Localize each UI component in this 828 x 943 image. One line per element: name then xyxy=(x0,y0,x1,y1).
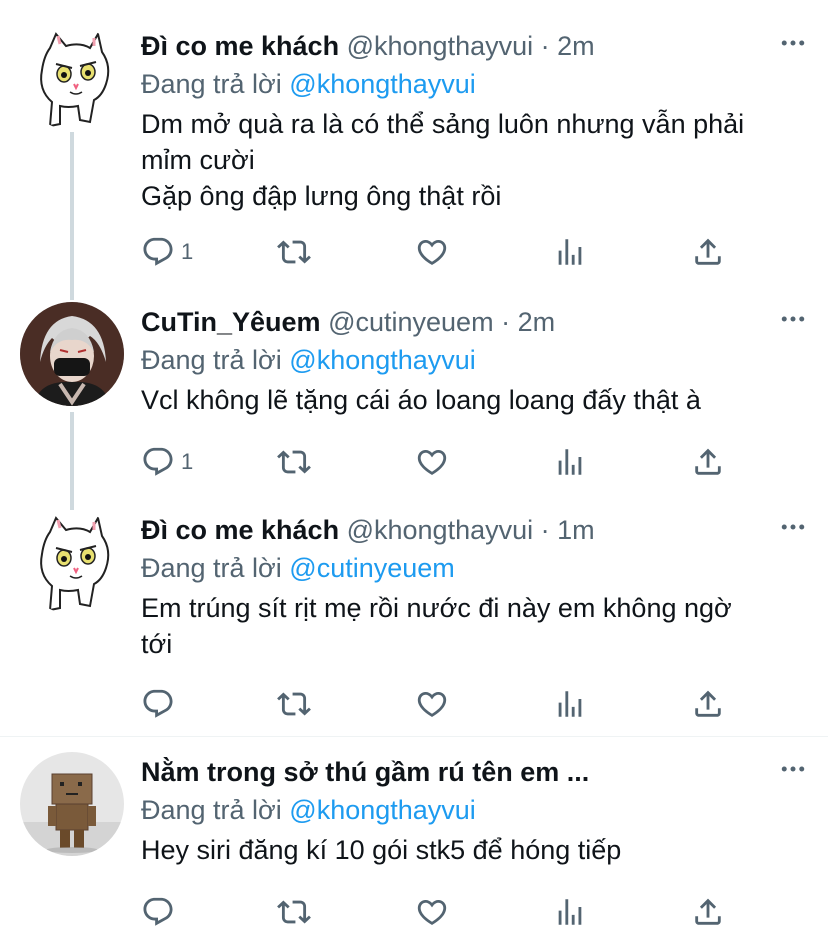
heart-icon xyxy=(415,687,449,721)
tweet-header: Đì co me khách @khongthayvui · 2m xyxy=(141,26,808,66)
stats-button[interactable] xyxy=(553,684,587,724)
replying-to-link[interactable]: @cutinyeuem xyxy=(289,553,454,583)
stats-icon xyxy=(553,895,587,929)
reply-button[interactable] xyxy=(141,684,181,724)
tweet[interactable]: Đì co me khách @khongthayvui · 2m Đang t… xyxy=(0,26,828,276)
share-icon xyxy=(691,687,725,721)
separator-dot: · xyxy=(540,515,550,545)
like-button[interactable] xyxy=(415,684,449,724)
share-icon xyxy=(691,895,725,929)
display-name[interactable]: Nằm trong sở thú gầm rú tên em ... xyxy=(141,757,589,787)
share-button[interactable] xyxy=(691,232,725,272)
user-handle[interactable]: @khongthayvui xyxy=(347,31,534,61)
more-icon[interactable] xyxy=(778,28,808,58)
tweet-text: Hey siri đăng kí 10 gói stk5 để hóng tiế… xyxy=(141,835,622,865)
share-icon xyxy=(691,235,725,269)
display-name[interactable]: Đì co me khách xyxy=(141,515,339,545)
cat-avatar-icon[interactable] xyxy=(20,26,124,130)
tweet-actions xyxy=(141,892,808,932)
stats-button[interactable] xyxy=(553,232,587,272)
cardboard-box-avatar-icon[interactable] xyxy=(20,752,124,856)
heart-icon xyxy=(415,895,449,929)
retweet-icon xyxy=(277,445,311,479)
replying-to-label: Đang trả lời xyxy=(141,69,282,99)
share-button[interactable] xyxy=(691,684,725,724)
retweet-icon xyxy=(277,235,311,269)
retweet-button[interactable] xyxy=(277,442,311,482)
tweet[interactable]: Đì co me khách @khongthayvui · 1m Đang t… xyxy=(0,510,828,736)
anime-avatar-icon[interactable] xyxy=(20,302,124,406)
reply-count: 1 xyxy=(181,449,194,474)
reply-icon xyxy=(141,687,175,721)
stats-icon xyxy=(553,235,587,269)
retweet-button[interactable] xyxy=(277,684,311,724)
tweet-header: CuTin_Yêuem @cutinyeuem · 2m xyxy=(141,302,808,342)
display-name[interactable]: Đì co me khách xyxy=(141,31,339,61)
display-name[interactable]: CuTin_Yêuem xyxy=(141,307,321,337)
tweet-actions: 1 xyxy=(141,442,808,482)
tweet-divider xyxy=(0,736,828,737)
replying-to-label: Đang trả lời xyxy=(141,795,282,825)
share-icon xyxy=(691,445,725,479)
tweet-text: Em trúng sít rịt mẹ rồi nước đi này em k… xyxy=(141,593,732,659)
more-icon[interactable] xyxy=(778,304,808,334)
stats-icon xyxy=(553,687,587,721)
like-button[interactable] xyxy=(415,232,449,272)
replying-to: Đang trả lời @khongthayvui xyxy=(141,342,808,378)
replying-to-link[interactable]: @khongthayvui xyxy=(289,69,476,99)
heart-icon xyxy=(415,445,449,479)
timestamp[interactable]: 1m xyxy=(557,515,595,545)
retweet-icon xyxy=(277,687,311,721)
reply-icon xyxy=(141,235,175,269)
like-button[interactable] xyxy=(415,892,449,932)
separator-dot: · xyxy=(501,307,511,337)
reply-button[interactable]: 1 xyxy=(141,232,193,272)
replying-to-label: Đang trả lời xyxy=(141,553,282,583)
replying-to-link[interactable]: @khongthayvui xyxy=(289,795,476,825)
retweet-button[interactable] xyxy=(277,892,311,932)
share-button[interactable] xyxy=(691,442,725,482)
reply-button[interactable]: 1 xyxy=(141,442,193,482)
tweet-actions: 1 xyxy=(141,232,808,272)
retweet-icon xyxy=(277,895,311,929)
share-button[interactable] xyxy=(691,892,725,932)
timestamp[interactable]: 2m xyxy=(557,31,595,61)
reply-icon xyxy=(141,895,175,929)
replying-to-label: Đang trả lời xyxy=(141,345,282,375)
stats-button[interactable] xyxy=(553,442,587,482)
stats-icon xyxy=(553,445,587,479)
tweet[interactable]: CuTin_Yêuem @cutinyeuem · 2m Đang trả lờ… xyxy=(0,302,828,502)
user-handle[interactable]: @cutinyeuem xyxy=(328,307,493,337)
separator-dot: · xyxy=(540,31,550,61)
cat-avatar-icon[interactable] xyxy=(20,510,124,614)
reply-icon xyxy=(141,445,175,479)
more-icon[interactable] xyxy=(778,512,808,542)
tweet-text: Vcl không lẽ tặng cái áo loang loang đấy… xyxy=(141,385,701,415)
replying-to: Đang trả lời @cutinyeuem xyxy=(141,550,808,586)
stats-button[interactable] xyxy=(553,892,587,932)
tweet-text: Dm mở quà ra là có thể sảng luôn nhưng v… xyxy=(141,109,745,211)
tweet-header: Nằm trong sở thú gầm rú tên em ... xyxy=(141,752,808,792)
user-handle[interactable]: @khongthayvui xyxy=(347,515,534,545)
retweet-button[interactable] xyxy=(277,232,311,272)
replying-to-link[interactable]: @khongthayvui xyxy=(289,345,476,375)
reply-timeline: Đì co me khách @khongthayvui · 2m Đang t… xyxy=(0,0,828,943)
timestamp[interactable]: 2m xyxy=(518,307,556,337)
replying-to: Đang trả lời @khongthayvui xyxy=(141,66,808,102)
tweet-actions xyxy=(141,684,808,724)
more-icon[interactable] xyxy=(778,754,808,784)
like-button[interactable] xyxy=(415,442,449,482)
tweet[interactable]: Nằm trong sở thú gầm rú tên em ... Đang … xyxy=(0,752,828,943)
tweet-header: Đì co me khách @khongthayvui · 1m xyxy=(141,510,808,550)
reply-button[interactable] xyxy=(141,892,175,932)
reply-count: 1 xyxy=(181,239,194,264)
heart-icon xyxy=(415,235,449,269)
replying-to: Đang trả lời @khongthayvui xyxy=(141,792,808,828)
